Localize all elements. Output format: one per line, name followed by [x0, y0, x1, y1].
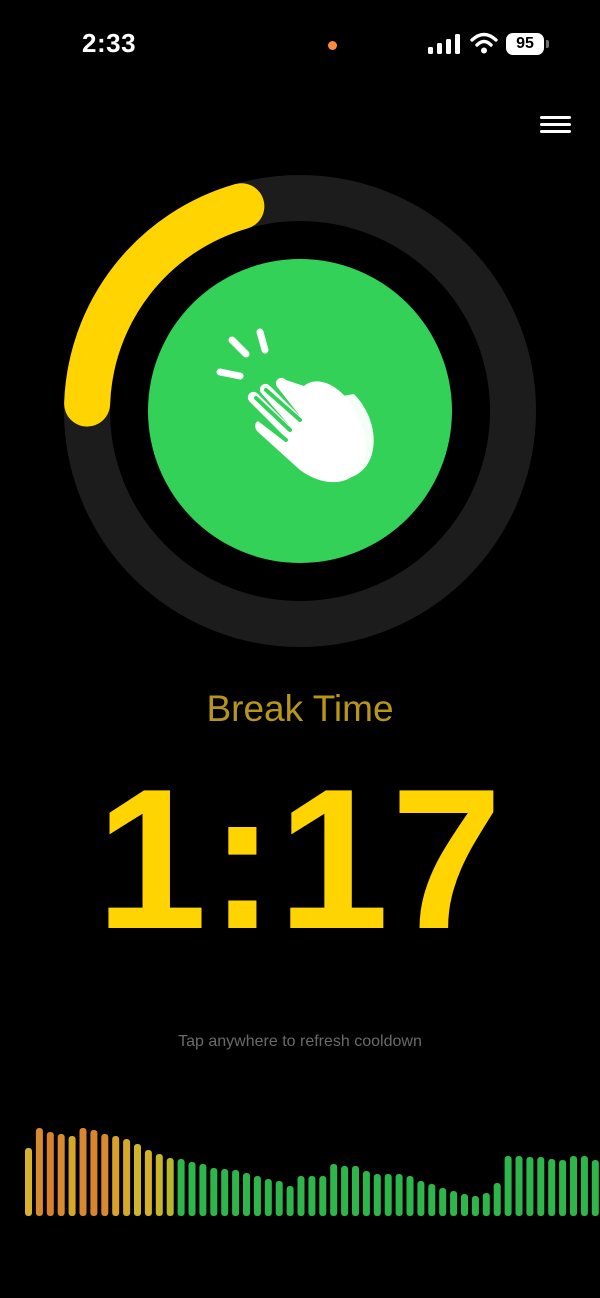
visualizer-bar	[134, 1144, 141, 1216]
visualizer-bar	[450, 1191, 458, 1216]
visualizer-bar	[188, 1162, 196, 1216]
visualizer-bar	[221, 1169, 229, 1216]
visualizer-bar	[493, 1183, 501, 1216]
visualizer-bar	[515, 1156, 523, 1216]
visualizer-bar	[362, 1171, 370, 1216]
visualizer-bar	[90, 1130, 98, 1216]
clapping-hands-icon	[216, 328, 374, 483]
visualizer-bar	[123, 1139, 131, 1216]
visualizer-bar	[286, 1186, 294, 1216]
break-time-label: Break Time	[206, 688, 394, 729]
visualizer-bar	[504, 1156, 512, 1216]
visualizer-bar	[25, 1148, 32, 1216]
visualizer-bar	[253, 1176, 261, 1216]
visualizer-bar	[482, 1193, 490, 1216]
visualizer-bar	[591, 1160, 599, 1216]
visualizer-bar	[341, 1166, 349, 1216]
visualizer-bar	[406, 1176, 414, 1216]
visualizer-bar	[68, 1136, 76, 1216]
visualizer-bar	[210, 1168, 218, 1216]
visualizer-bar	[471, 1196, 479, 1216]
visualizer-bar	[526, 1157, 534, 1216]
visualizer-bar	[144, 1150, 152, 1216]
visualizer-bar	[395, 1174, 403, 1216]
level-visualizer	[25, 1128, 599, 1216]
visualizer-bar	[548, 1159, 556, 1216]
refresh-hint: Tap anywhere to refresh cooldown	[178, 1033, 422, 1050]
visualizer-bar	[570, 1156, 577, 1216]
visualizer-bar	[166, 1158, 174, 1216]
visualizer-bar	[330, 1164, 338, 1216]
visualizer-bar	[264, 1179, 272, 1216]
visualizer-bar	[319, 1176, 327, 1216]
visualizer-bar	[559, 1160, 567, 1216]
visualizer-bar	[373, 1174, 381, 1216]
visualizer-bar	[79, 1128, 87, 1216]
visualizer-bar	[46, 1132, 54, 1216]
visualizer-bar	[275, 1181, 283, 1216]
visualizer-bar	[35, 1128, 43, 1216]
visualizer-bar	[155, 1154, 163, 1216]
visualizer-bar	[243, 1173, 250, 1216]
visualizer-bar	[177, 1159, 185, 1216]
visualizer-bar	[439, 1188, 447, 1216]
visualizer-bar	[308, 1176, 316, 1216]
visualizer-bar	[112, 1136, 120, 1216]
visualizer-bar	[297, 1176, 305, 1216]
visualizer-bar	[461, 1194, 468, 1216]
visualizer-bar	[232, 1170, 240, 1216]
visualizer-bar	[352, 1166, 359, 1216]
visualizer-bar	[428, 1184, 436, 1216]
visualizer-bar	[580, 1156, 588, 1216]
visualizer-bar	[384, 1174, 392, 1216]
countdown-timer: 1:17	[95, 748, 505, 971]
visualizer-bar	[101, 1134, 109, 1216]
visualizer-bar	[417, 1181, 425, 1216]
visualizer-bar	[57, 1134, 65, 1216]
visualizer-bar	[199, 1164, 207, 1216]
visualizer-bar	[537, 1157, 545, 1216]
